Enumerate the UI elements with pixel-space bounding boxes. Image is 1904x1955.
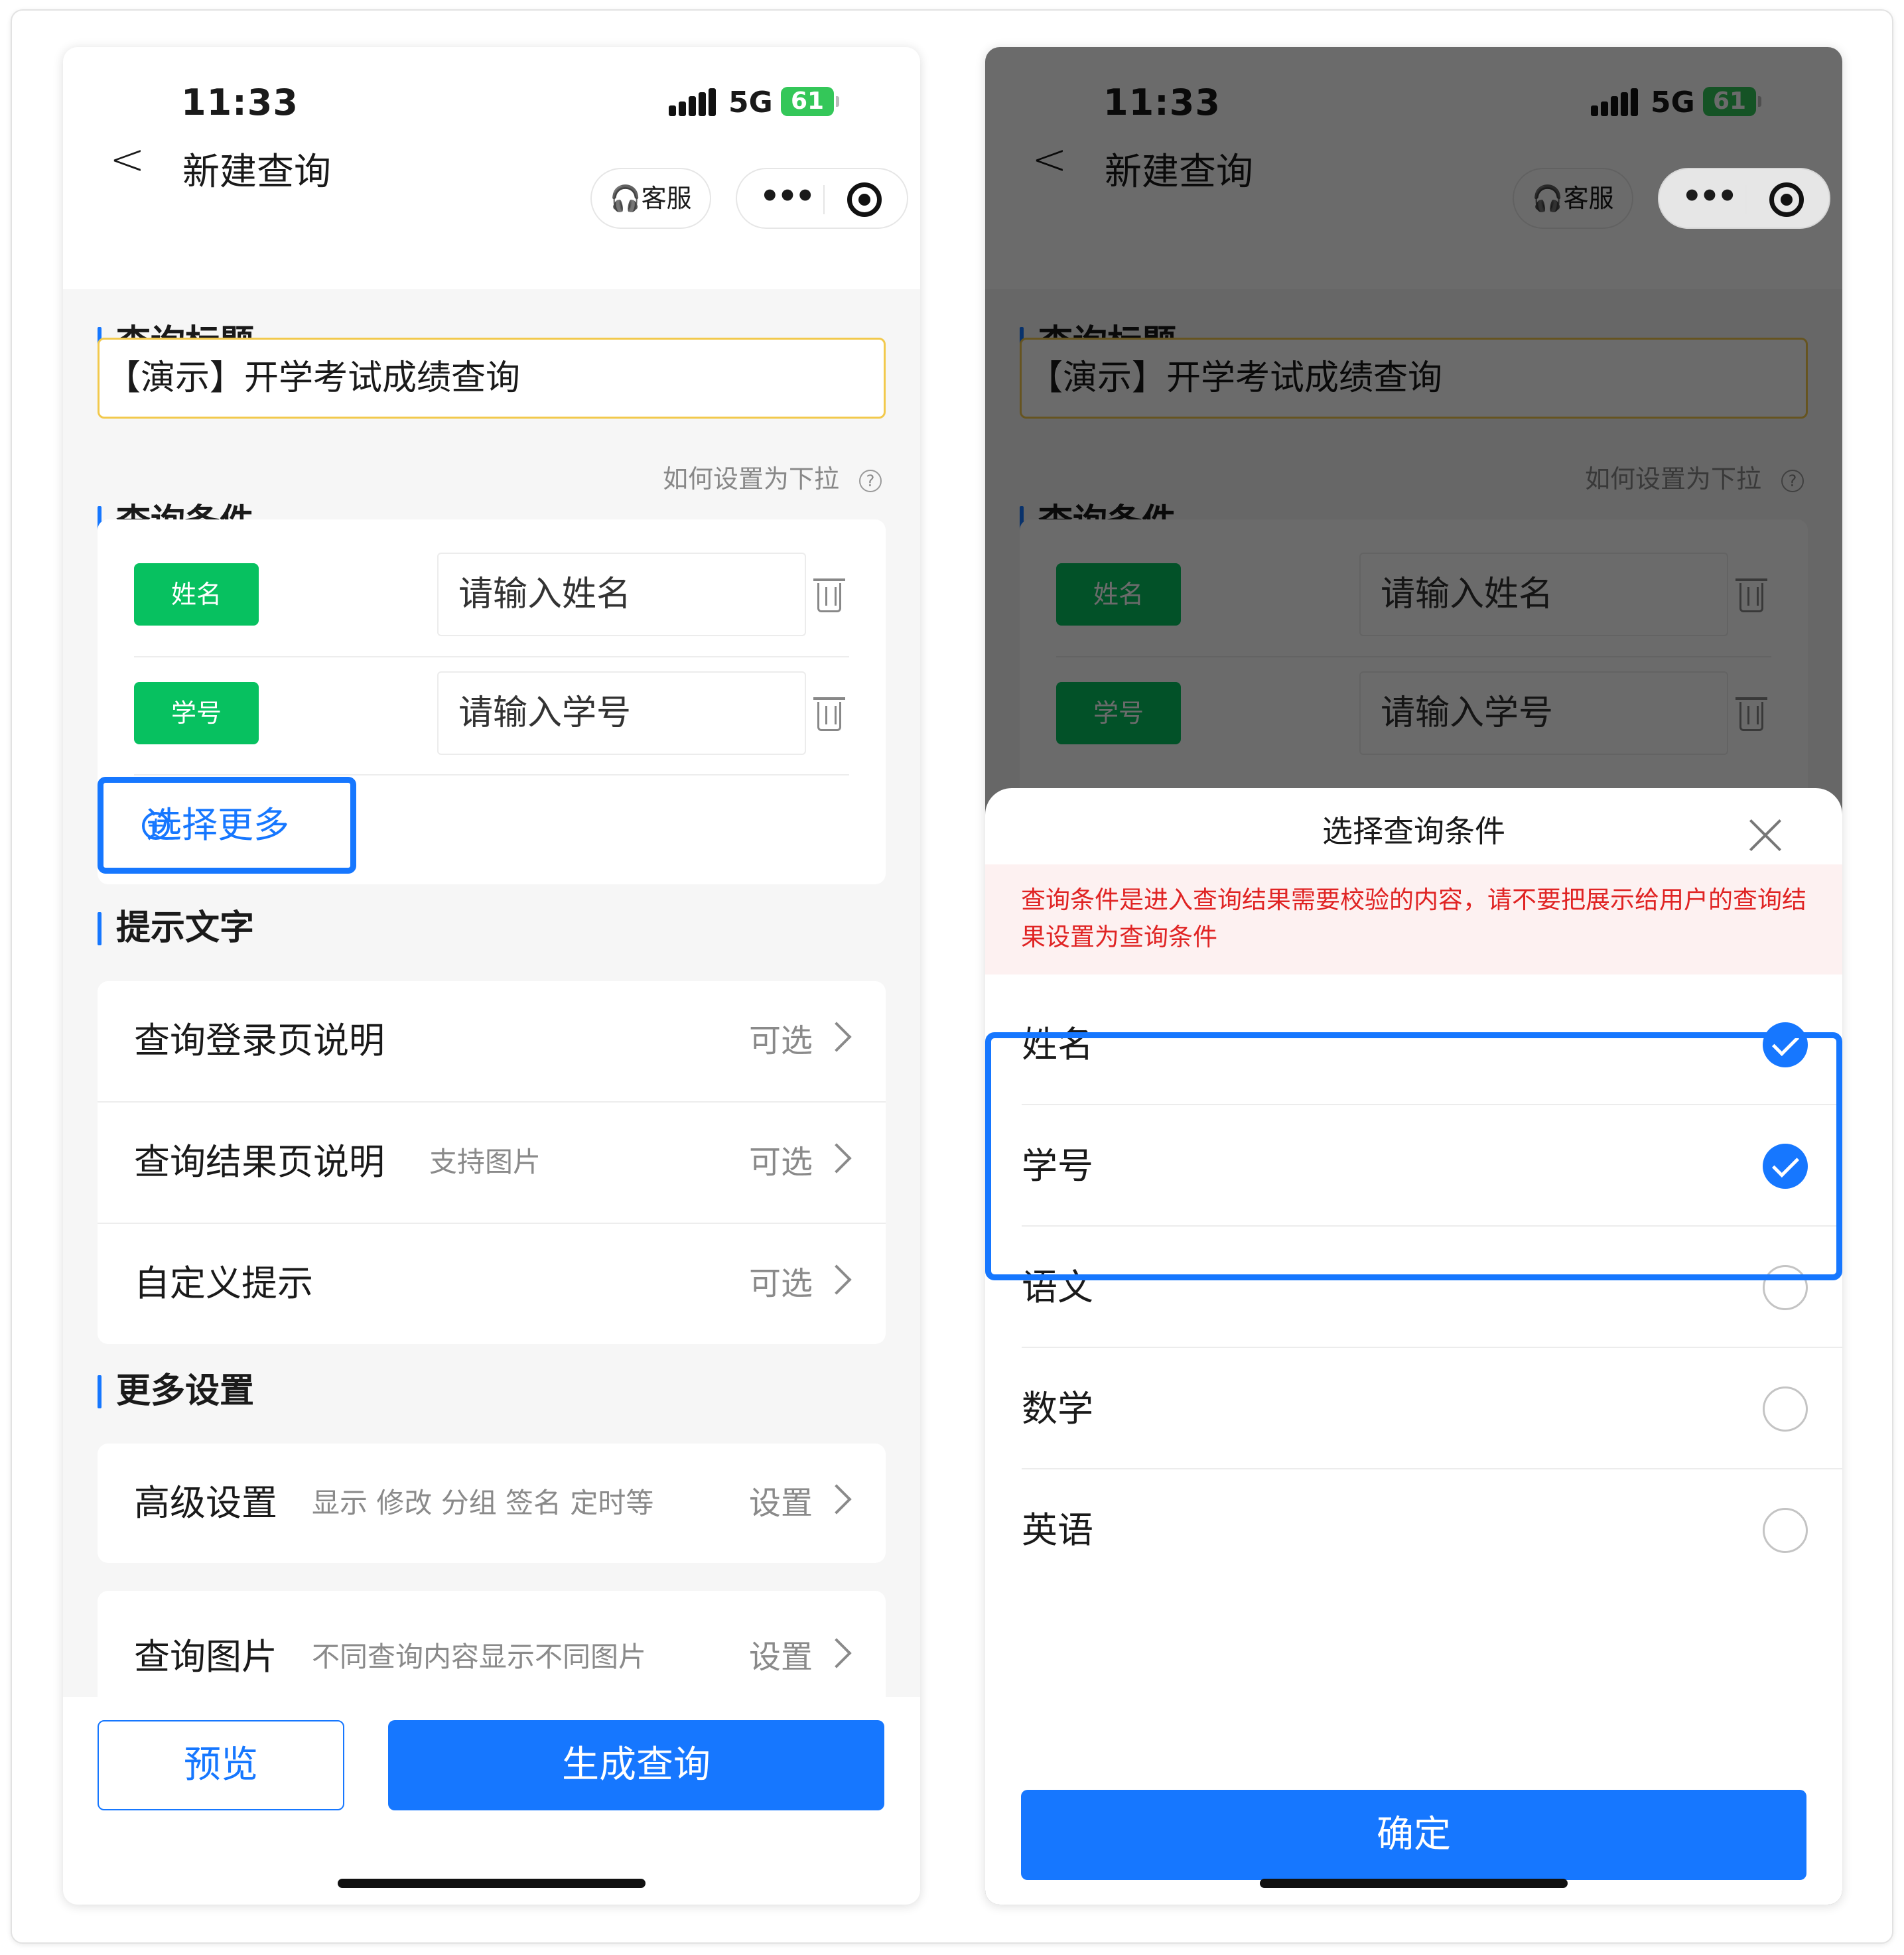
row-hint: 显示 修改 分组 签名 定时等	[312, 1487, 654, 1519]
unchecked-circle-icon[interactable]	[1763, 1386, 1808, 1432]
capsule-divider	[823, 185, 825, 214]
dropdown-help-label: 如何设置为下拉	[662, 464, 839, 494]
selection-highlight	[985, 1032, 1842, 1280]
warning-banner: 查询条件是进入查询结果需要校验的内容，请不要把展示给用户的查询结果设置为查询条件	[985, 864, 1842, 975]
query-title-input[interactable]: 【演示】开学考试成绩查询	[98, 338, 886, 419]
chevron-right-icon	[821, 1022, 852, 1052]
tips-card: 查询登录页说明 可选 查询结果页说明 支持图片 可选 自定义提示 可选	[98, 981, 886, 1344]
tip-row-custom[interactable]: 自定义提示 可选	[98, 1224, 886, 1343]
more-icon[interactable]: •••	[760, 169, 815, 224]
signal-icon	[669, 88, 716, 116]
advanced-settings-card[interactable]: 高级设置 显示 修改 分组 签名 定时等 设置	[98, 1444, 886, 1563]
setting-row-advanced[interactable]: 高级设置 显示 修改 分组 签名 定时等 设置	[98, 1444, 886, 1563]
option-row[interactable]: 数学	[985, 1348, 1842, 1469]
close-miniapp-icon[interactable]	[847, 182, 882, 217]
unchecked-circle-icon[interactable]	[1763, 1508, 1808, 1553]
dropdown-help-link[interactable]: 如何设置为下拉?	[663, 458, 882, 495]
option-row[interactable]: 英语	[985, 1469, 1842, 1591]
tip-row-result[interactable]: 查询结果页说明 支持图片 可选	[98, 1103, 886, 1222]
home-indicator	[1260, 1879, 1568, 1888]
phone-left: 11:33 5G 61 < 新建查询 🎧客服 ••• 查询标题 【演示】开学考试…	[63, 47, 920, 1905]
trash-icon[interactable]	[813, 697, 845, 731]
tip-row-login[interactable]: 查询登录页说明 可选	[98, 981, 886, 1101]
close-miniapp-icon[interactable]	[1769, 182, 1804, 217]
battery-icon: 61	[781, 87, 839, 116]
row-hint: 支持图片	[429, 1146, 541, 1178]
chevron-right-icon	[821, 1484, 852, 1515]
customer-service-label: 客服	[641, 184, 692, 213]
option-label: 英语	[1022, 1509, 1093, 1551]
row-label: 自定义提示	[134, 1262, 313, 1304]
divider	[134, 656, 849, 657]
condition-tag: 学号	[134, 682, 259, 744]
row-value: 设置	[748, 1485, 813, 1522]
network-label: 5G	[728, 86, 773, 119]
add-circle-icon: +	[142, 812, 170, 840]
miniapp-capsule: •••	[1658, 168, 1830, 229]
phone-right: 11:33 5G 61 < 新建查询 🎧客服 查询标题 【演示】开学考试成绩查询…	[985, 47, 1842, 1905]
headset-icon: 🎧	[610, 184, 642, 213]
section-title-more-settings: 更多设置	[98, 1371, 254, 1411]
option-label: 数学	[1022, 1388, 1093, 1430]
status-time: 11:33	[181, 82, 299, 123]
home-indicator	[338, 1879, 646, 1888]
close-icon[interactable]	[1748, 818, 1783, 852]
trash-icon[interactable]	[813, 578, 845, 612]
chevron-right-icon	[821, 1638, 852, 1668]
select-condition-sheet: 选择查询条件 查询条件是进入查询结果需要校验的内容，请不要把展示给用户的查询结果…	[985, 788, 1842, 1905]
more-icon[interactable]: •••	[1682, 169, 1737, 224]
condition-tag: 姓名	[134, 563, 259, 626]
select-more-button[interactable]: + 选择更多	[98, 777, 356, 874]
customer-service-button[interactable]: 🎧客服	[590, 168, 711, 229]
sheet-title: 选择查询条件	[1322, 813, 1505, 849]
page-title: 新建查询	[182, 151, 331, 194]
capsule-divider	[1745, 185, 1747, 214]
back-icon[interactable]: <	[109, 139, 145, 181]
condition-input[interactable]: 请输入姓名	[437, 553, 806, 636]
confirm-button[interactable]: 确定	[1021, 1790, 1806, 1880]
condition-input[interactable]: 请输入学号	[437, 671, 806, 755]
generate-query-button[interactable]: 生成查询	[388, 1720, 884, 1810]
chevron-right-icon	[821, 1264, 852, 1295]
chevron-right-icon	[821, 1143, 852, 1174]
row-label: 查询结果页说明	[134, 1141, 385, 1183]
row-value: 可选	[748, 1265, 813, 1302]
row-value: 可选	[748, 1022, 813, 1059]
preview-button[interactable]: 预览	[98, 1720, 344, 1810]
row-label: 高级设置	[134, 1482, 277, 1524]
miniapp-capsule: •••	[736, 168, 908, 229]
row-label: 查询登录页说明	[134, 1020, 385, 1061]
divider	[134, 774, 849, 775]
row-value: 可选	[748, 1144, 813, 1181]
section-title-tips: 提示文字	[98, 908, 254, 948]
question-icon: ?	[859, 469, 882, 492]
